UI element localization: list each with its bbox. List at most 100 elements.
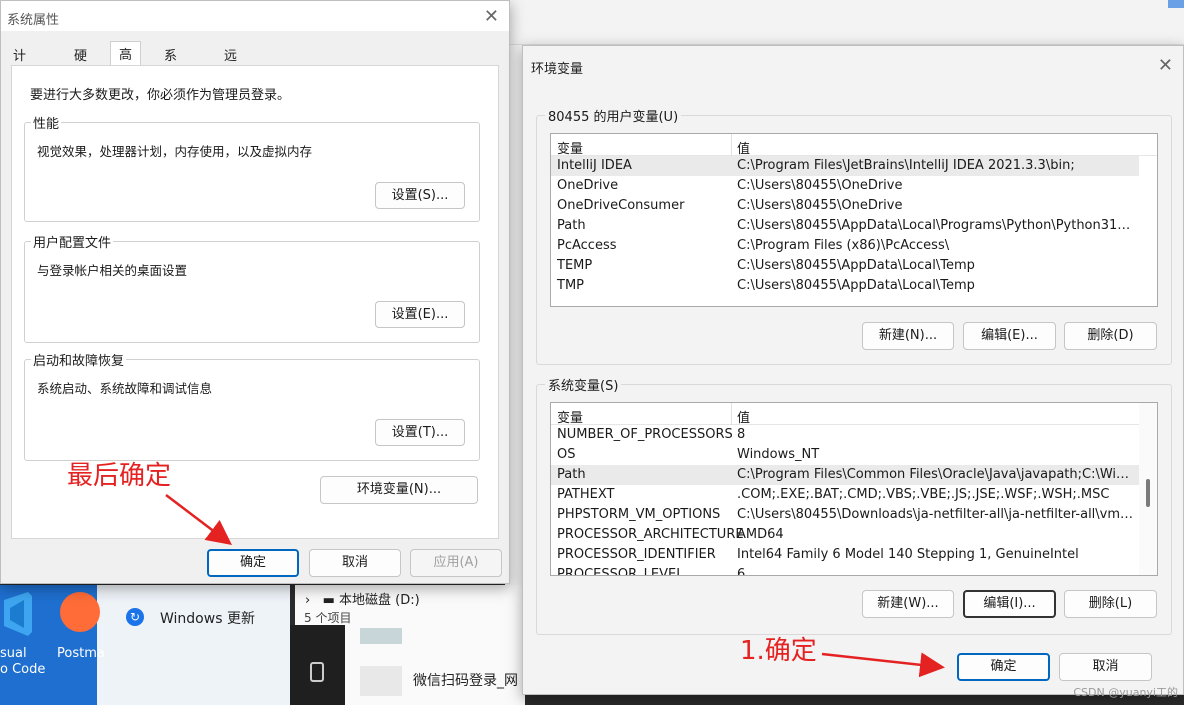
system-properties-dialog: 系统属性 ✕ 计算机名 硬件 高级 系统保护 远程 要进行大多数更改，你必须作为…: [0, 0, 510, 584]
windows-update-icon: ↻: [126, 608, 144, 626]
variable-value: C:\Program Files\Common Files\Oracle\Jav…: [737, 467, 1135, 482]
system-variables-list[interactable]: 变量 值 NUMBER_OF_PROCESSORS 8 OS Windows_NT Pa…: [550, 402, 1158, 576]
settings-panel-background: [97, 585, 290, 705]
variable-value: 8: [737, 427, 746, 442]
table-row[interactable]: Path C:\Users\80455\AppData\Local\Program…: [551, 216, 1139, 236]
column-header-value[interactable]: 值: [737, 407, 750, 426]
system-new-button[interactable]: 新建(W)...: [862, 590, 954, 618]
table-row[interactable]: OneDriveConsumer C:\Users\80455\OneDrive: [551, 196, 1139, 216]
file-item-label[interactable]: 微信扫码登录_网: [413, 670, 518, 690]
variable-value: 6: [737, 567, 746, 576]
drive-icon: ▬: [322, 593, 335, 608]
column-divider[interactable]: [731, 403, 732, 425]
user-delete-button[interactable]: 删除(D): [1064, 322, 1157, 350]
admin-notice: 要进行大多数更改，你必须作为管理员登录。: [30, 88, 291, 103]
table-row[interactable]: PATHEXT .COM;.EXE;.BAT;.CMD;.VBS;.VBE;.JS…: [551, 485, 1139, 505]
variable-value: C:\Program Files (x86)\PcAccess\: [737, 238, 950, 253]
vscode-label: sual o Code: [0, 646, 46, 677]
annotation-final-ok: 最后确定: [67, 461, 172, 491]
group-title: 用户配置文件: [31, 232, 114, 251]
cancel-button[interactable]: 取消: [309, 549, 401, 577]
variable-value: .COM;.EXE;.BAT;.CMD;.VBS;.VBE;.JS;.JSE;.…: [737, 487, 1110, 502]
variable-value: C:\Users\80455\AppData\Local\Temp: [737, 258, 975, 273]
windows-update-link[interactable]: Windows 更新: [160, 608, 255, 628]
system-delete-button[interactable]: 删除(L): [1064, 590, 1157, 618]
user-edit-button[interactable]: 编辑(E)...: [963, 322, 1056, 350]
variable-value: AMD64: [737, 527, 784, 542]
expand-chevron-icon[interactable]: ›: [305, 593, 310, 608]
group-title: 系统变量(S): [545, 375, 622, 394]
scrollbar-thumb[interactable]: [1146, 479, 1150, 507]
variable-value: C:\Program Files\JetBrains\IntelliJ IDEA…: [737, 158, 1075, 173]
column-header-variable[interactable]: 变量: [557, 138, 583, 157]
background-explorer-toolbar: [505, 0, 1184, 45]
group-title: 80455 的用户变量(U): [545, 106, 682, 125]
performance-group: 性能 视觉效果，处理器计划，内存使用，以及虚拟内存 设置(S)...: [24, 113, 480, 222]
table-row[interactable]: PROCESSOR_LEVEL 6: [551, 565, 1139, 576]
column-divider[interactable]: [731, 134, 732, 156]
table-row[interactable]: OS Windows_NT: [551, 445, 1139, 465]
thumbnail-avatar: [360, 666, 402, 696]
variable-value: C:\Users\80455\AppData\Local\Temp: [737, 278, 975, 293]
user-new-button[interactable]: 新建(N)...: [862, 322, 954, 350]
environment-variables-button[interactable]: 环境变量(N)...: [320, 476, 478, 504]
postman-label: Postma: [57, 646, 105, 661]
titlebar[interactable]: 系统属性 ✕: [1, 1, 509, 31]
table-row[interactable]: IntelliJ IDEA C:\Program Files\JetBrains\…: [551, 156, 1139, 176]
system-edit-button[interactable]: 编辑(I)...: [963, 590, 1056, 618]
disk-label: 本地磁盘 (D:): [339, 593, 420, 608]
variable-name: NUMBER_OF_PROCESSORS: [557, 427, 733, 442]
annotation-first-ok: 1.确定: [740, 636, 817, 666]
table-row[interactable]: PROCESSOR_IDENTIFIER Intel64 Family 6 Mod…: [551, 545, 1139, 565]
user-profiles-group: 用户配置文件 与登录帐户相关的桌面设置 设置(E)...: [24, 232, 480, 343]
column-header-variable[interactable]: 变量: [557, 407, 583, 426]
table-row[interactable]: TEMP C:\Users\80455\AppData\Local\Temp: [551, 256, 1139, 276]
variable-name: OneDrive: [557, 178, 619, 193]
table-row[interactable]: PROCESSOR_ARCHITECTURE AMD64: [551, 525, 1139, 545]
watermark: CSDN @yuanyi工的: [1073, 686, 1178, 699]
variable-name: Path: [557, 218, 586, 233]
table-row[interactable]: NUMBER_OF_PROCESSORS 8: [551, 425, 1139, 445]
variable-name: PHPSTORM_VM_OPTIONS: [557, 507, 721, 522]
env-ok-button[interactable]: 确定: [957, 653, 1050, 681]
user-variables-list[interactable]: 变量 值 IntelliJ IDEA C:\Program Files\JetBr…: [550, 133, 1158, 307]
system-list-scrollbar[interactable]: [1139, 403, 1157, 575]
env-cancel-button[interactable]: 取消: [1059, 653, 1152, 681]
table-row[interactable]: TMP C:\Users\80455\AppData\Local\Temp: [551, 276, 1139, 296]
close-icon[interactable]: ✕: [484, 6, 499, 27]
postman-icon[interactable]: [60, 592, 100, 632]
startup-recovery-settings-button[interactable]: 设置(T)...: [375, 419, 465, 446]
startup-recovery-group: 启动和故障恢复 系统启动、系统故障和调试信息 设置(T)...: [24, 350, 480, 461]
variable-name: IntelliJ IDEA: [557, 158, 632, 173]
close-icon[interactable]: ✕: [1158, 55, 1173, 76]
table-row[interactable]: PcAccess C:\Program Files (x86)\PcAccess\: [551, 236, 1139, 256]
dialog-title: 环境变量: [531, 62, 584, 77]
variable-value: Intel64 Family 6 Model 140 Stepping 1, G…: [737, 547, 1079, 562]
group-title: 性能: [31, 113, 62, 132]
table-row[interactable]: OneDrive C:\Users\80455\OneDrive: [551, 176, 1139, 196]
background-window-edge: [1168, 0, 1184, 8]
item-count: 5 个项目: [304, 611, 352, 625]
environment-variables-dialog: 环境变量 ✕ 80455 的用户变量(U) 变量 值 IntelliJ IDEA…: [522, 45, 1184, 695]
table-row[interactable]: PHPSTORM_VM_OPTIONS C:\Users\80455\Downlo…: [551, 505, 1139, 525]
disk-d-item[interactable]: › ▬ 本地磁盘 (D:): [305, 589, 420, 608]
dialog-title: 系统属性: [7, 13, 60, 28]
titlebar[interactable]: 环境变量 ✕: [523, 46, 1183, 84]
variable-value: C:\Users\80455\OneDrive: [737, 198, 903, 213]
group-description: 系统启动、系统故障和调试信息: [37, 381, 213, 396]
variable-name: PROCESSOR_ARCHITECTURE: [557, 527, 744, 542]
variable-value: C:\Users\80455\AppData\Local\Programs\Py…: [737, 218, 1135, 233]
column-header-value[interactable]: 值: [737, 138, 750, 157]
variable-name: OS: [557, 447, 576, 462]
ok-button[interactable]: 确定: [207, 549, 299, 577]
group-title: 启动和故障恢复: [31, 350, 127, 369]
user-profiles-settings-button[interactable]: 设置(E)...: [375, 301, 465, 328]
apply-button[interactable]: 应用(A): [410, 549, 502, 577]
phone-icon: [310, 662, 324, 682]
table-row[interactable]: Path C:\Program Files\Common Files\Oracle…: [551, 465, 1139, 485]
list-header: 变量 值: [551, 403, 1157, 426]
variable-name: OneDriveConsumer: [557, 198, 685, 213]
variable-name: Path: [557, 467, 586, 482]
vscode-icon[interactable]: [0, 590, 36, 638]
performance-settings-button[interactable]: 设置(S)...: [375, 182, 465, 209]
